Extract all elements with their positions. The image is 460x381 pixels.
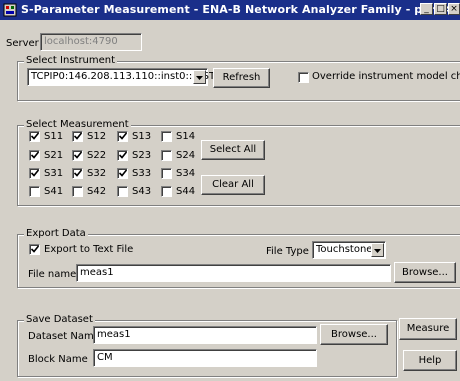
chevron-down-icon bbox=[374, 249, 381, 253]
export-group-label: Export Data bbox=[24, 228, 88, 239]
minimize-icon: _ bbox=[424, 4, 429, 14]
checkbox-s41[interactable] bbox=[29, 186, 40, 197]
measurement-group-label: Select Measurement bbox=[24, 119, 131, 130]
checkbox-s12[interactable] bbox=[72, 131, 83, 142]
export-label: Export to Text File bbox=[44, 244, 134, 255]
file-type-label: File Type bbox=[266, 246, 309, 257]
maximize-icon: □ bbox=[436, 4, 445, 14]
app-icon bbox=[3, 3, 17, 17]
check-icon bbox=[119, 169, 127, 177]
close-icon: × bbox=[450, 4, 458, 14]
chevron-down-icon bbox=[196, 76, 203, 80]
app-window: S-Parameter Measurement - ENA-B Network … bbox=[0, 0, 460, 381]
check-icon bbox=[31, 245, 39, 253]
window-title: S-Parameter Measurement - ENA-B Network … bbox=[21, 3, 460, 16]
dataset-browse-button[interactable]: Browse... bbox=[320, 324, 388, 345]
maximize-button[interactable]: □ bbox=[434, 3, 447, 15]
label-s44: S44 bbox=[176, 186, 196, 197]
check-icon bbox=[74, 151, 82, 159]
block-name-label: Block Name bbox=[28, 354, 88, 365]
label-s11: S11 bbox=[44, 131, 64, 142]
check-icon bbox=[74, 169, 82, 177]
dataset-browse-label: Browse... bbox=[331, 329, 377, 340]
instrument-select[interactable]: TCPIP0:146.208.113.110::inst0::INSTR bbox=[27, 68, 222, 86]
label-s32: S32 bbox=[87, 168, 107, 179]
title-bar[interactable]: S-Parameter Measurement - ENA-B Network … bbox=[0, 0, 460, 20]
file-type-dropdown-button[interactable] bbox=[371, 243, 384, 257]
measure-button[interactable]: Measure bbox=[399, 318, 457, 340]
check-icon bbox=[119, 132, 127, 140]
clear-all-button[interactable]: Clear All bbox=[201, 175, 265, 195]
check-icon bbox=[31, 169, 39, 177]
dataset-group-label: Save Dataset bbox=[24, 314, 95, 325]
block-name-input[interactable]: CM bbox=[93, 349, 317, 367]
check-icon bbox=[31, 132, 39, 140]
export-browse-button[interactable]: Browse... bbox=[394, 262, 456, 283]
help-button[interactable]: Help bbox=[403, 350, 457, 371]
file-name-input[interactable]: meas1 bbox=[76, 264, 391, 282]
label-s34: S34 bbox=[176, 168, 196, 179]
checkbox-s44[interactable] bbox=[161, 186, 172, 197]
minimize-button[interactable]: _ bbox=[420, 3, 433, 15]
check-icon bbox=[119, 151, 127, 159]
clear-all-label: Clear All bbox=[212, 179, 254, 190]
refresh-button[interactable]: Refresh bbox=[213, 68, 270, 88]
label-s23: S23 bbox=[132, 150, 152, 161]
instrument-group-label: Select Instrument bbox=[24, 55, 118, 66]
export-browse-label: Browse... bbox=[402, 267, 448, 278]
checkbox-s42[interactable] bbox=[72, 186, 83, 197]
check-icon bbox=[74, 132, 82, 140]
select-all-label: Select All bbox=[209, 144, 257, 155]
dataset-name-input[interactable]: meas1 bbox=[93, 326, 317, 344]
label-s14: S14 bbox=[176, 131, 196, 142]
label-s21: S21 bbox=[44, 150, 64, 161]
label-s24: S24 bbox=[176, 150, 196, 161]
check-icon bbox=[31, 151, 39, 159]
instrument-dropdown-button[interactable] bbox=[193, 70, 206, 84]
label-s42: S42 bbox=[87, 186, 107, 197]
checkbox-s11[interactable] bbox=[29, 131, 40, 142]
select-all-button[interactable]: Select All bbox=[201, 140, 265, 160]
file-type-value: Touchstone bbox=[316, 244, 373, 255]
label-s13: S13 bbox=[132, 131, 152, 142]
dataset-name-label: Dataset Name bbox=[28, 331, 100, 342]
file-type-select[interactable]: Touchstone bbox=[312, 241, 386, 259]
checkbox-s33[interactable] bbox=[117, 168, 128, 179]
checkbox-s43[interactable] bbox=[117, 186, 128, 197]
label-s22: S22 bbox=[87, 150, 107, 161]
checkbox-s23[interactable] bbox=[117, 150, 128, 161]
measure-button-label: Measure bbox=[406, 323, 450, 334]
server-label: Server bbox=[6, 38, 39, 49]
label-s43: S43 bbox=[132, 186, 152, 197]
checkbox-s24[interactable] bbox=[161, 150, 172, 161]
close-button[interactable]: × bbox=[448, 3, 460, 15]
label-s41: S41 bbox=[44, 186, 64, 197]
help-button-label: Help bbox=[418, 355, 442, 366]
checkbox-s32[interactable] bbox=[72, 168, 83, 179]
checkbox-s14[interactable] bbox=[161, 131, 172, 142]
override-checkbox[interactable] bbox=[298, 72, 309, 83]
checkbox-s34[interactable] bbox=[161, 168, 172, 179]
label-s12: S12 bbox=[87, 131, 107, 142]
export-checkbox[interactable] bbox=[29, 244, 40, 255]
checkbox-s13[interactable] bbox=[117, 131, 128, 142]
checkbox-s21[interactable] bbox=[29, 150, 40, 161]
label-s33: S33 bbox=[132, 168, 152, 179]
checkbox-s31[interactable] bbox=[29, 168, 40, 179]
label-s31: S31 bbox=[44, 168, 64, 179]
checkbox-s22[interactable] bbox=[72, 150, 83, 161]
refresh-button-label: Refresh bbox=[222, 72, 261, 83]
file-name-label: File name bbox=[28, 269, 77, 280]
override-label: Override instrument model check bbox=[312, 71, 460, 82]
server-field: localhost:4790 bbox=[40, 33, 142, 51]
